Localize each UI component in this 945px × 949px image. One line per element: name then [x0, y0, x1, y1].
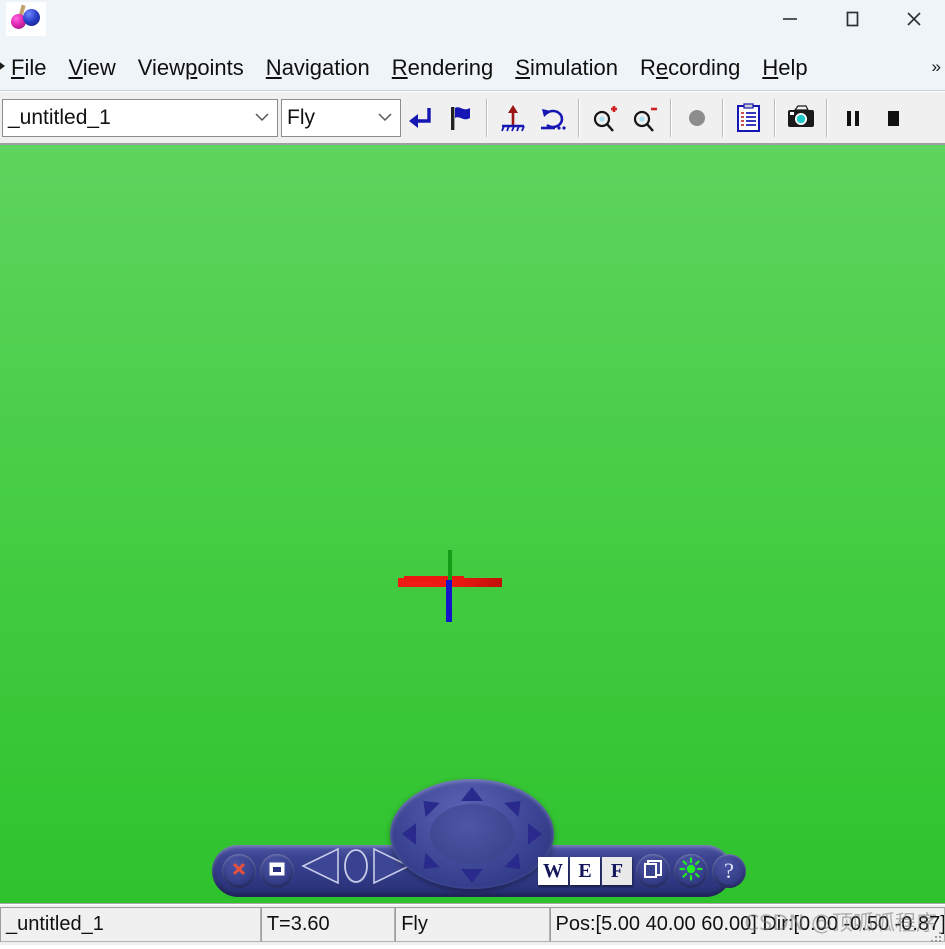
triangle-right-icon [368, 847, 412, 890]
menu-item-help[interactable]: Help [751, 57, 818, 79]
menu-item-rendering[interactable]: Rendering [381, 57, 505, 79]
menu-item-navigation[interactable]: Navigation [255, 57, 381, 79]
scene-select-value: _untitled_1 [8, 105, 111, 129]
stop-button[interactable] [874, 98, 912, 138]
undo-arrow-icon [538, 103, 568, 133]
axis-y [448, 550, 452, 581]
triangle-up-icon[interactable] [461, 787, 483, 801]
upright-arrow-icon [498, 103, 528, 133]
dash-walk-button[interactable]: W [538, 857, 568, 885]
triangle-up-left-icon[interactable] [416, 793, 440, 818]
menu-item-recording[interactable]: Recording [629, 57, 751, 79]
dash-minimize-button[interactable] [260, 854, 294, 888]
dash-direction-pad-center[interactable] [430, 804, 514, 864]
axis-x-highlight [404, 576, 464, 581]
undo-view-button[interactable] [534, 98, 572, 138]
menu-scroll-left-icon[interactable] [0, 60, 5, 72]
spheres-icon [6, 2, 46, 36]
3d-viewport[interactable]: W E F ? [0, 145, 945, 904]
record-dot-icon [682, 103, 712, 133]
camera-icon [786, 103, 816, 133]
pause-button[interactable] [834, 98, 872, 138]
toolbar-separator [486, 98, 488, 137]
menu-item-viewpoints[interactable]: Viewpoints [127, 57, 255, 79]
resize-grip-icon[interactable] [927, 928, 943, 944]
triangle-up-right-icon[interactable] [504, 793, 528, 818]
menu-item-view[interactable]: View [57, 57, 126, 79]
next-viewpoint-button[interactable] [442, 98, 480, 138]
dash-close-button[interactable] [222, 854, 256, 888]
triangle-down-right-icon[interactable] [504, 852, 528, 877]
status-position: Pos:[5.00 40.00 60.00] Dir:[0.00 -0.50 -… [549, 907, 945, 942]
snapshot-button[interactable] [782, 98, 820, 138]
minimize-icon[interactable] [759, 0, 821, 38]
menu-item-file[interactable]: File [0, 57, 57, 79]
window-controls [759, 0, 945, 38]
zoom-out-button[interactable] [626, 98, 664, 138]
triangle-down-icon[interactable] [461, 869, 483, 883]
minimize-box-icon [267, 859, 287, 884]
question-mark-icon: ? [724, 858, 734, 883]
maximize-icon[interactable] [821, 0, 883, 38]
dash-direction-pad[interactable] [390, 779, 554, 889]
status-file: _untitled_1 [0, 907, 261, 942]
scene-select[interactable]: _untitled_1 [2, 98, 278, 137]
clipboard-list-icon [734, 102, 764, 133]
toolbar-separator [826, 98, 828, 137]
axis-cross-gizmo [398, 550, 504, 622]
magnifier-minus-icon [630, 103, 660, 133]
return-arrow-icon [406, 103, 436, 133]
toolbar-separator [578, 98, 580, 137]
toolbar-separator [670, 98, 672, 137]
dash-headlight-button[interactable] [674, 854, 708, 888]
navigation-mode-select[interactable]: Fly [281, 98, 401, 137]
dash-help-button[interactable]: ? [712, 854, 746, 888]
chevron-down-icon [377, 109, 393, 127]
menu-overflow-icon[interactable]: » [932, 57, 941, 77]
record-button[interactable] [678, 98, 716, 138]
status-bar: _untitled_1 T=3.60 Fly Pos:[5.00 40.00 6… [0, 904, 945, 945]
main-toolbar: _untitled_1 Fly [0, 91, 945, 145]
menu-item-simulation[interactable]: Simulation [504, 57, 629, 79]
x-icon [230, 860, 248, 883]
magnifier-plus-icon [590, 103, 620, 133]
toolbar-separator [774, 98, 776, 137]
navigation-mode-value: Fly [287, 105, 315, 129]
stop-icon [878, 103, 908, 133]
triangle-right-icon[interactable] [528, 823, 542, 845]
dash-layers-button[interactable] [636, 854, 670, 888]
console-button[interactable] [730, 98, 768, 138]
toolbar-separator [722, 98, 724, 137]
dash-examine-button[interactable]: E [570, 857, 600, 885]
pause-icon [838, 103, 868, 133]
navigation-dashboard[interactable]: W E F ? [212, 779, 746, 903]
triangle-down-left-icon[interactable] [416, 852, 440, 877]
title-bar [0, 0, 945, 46]
chevron-down-icon [254, 109, 270, 127]
flag-icon [446, 103, 476, 133]
layers-icon [642, 858, 664, 885]
straighten-button[interactable] [494, 98, 532, 138]
triangle-left-icon[interactable] [402, 823, 416, 845]
axis-z [446, 580, 452, 622]
close-icon[interactable] [883, 0, 945, 38]
zoom-in-button[interactable] [586, 98, 624, 138]
headlight-sun-icon [679, 856, 703, 886]
reset-viewpoint-button[interactable] [402, 98, 440, 138]
dash-fly-button[interactable]: F [602, 857, 632, 885]
status-navigation-mode: Fly [395, 907, 550, 942]
menu-bar: File View Viewpoints Navigation Renderin… [0, 46, 945, 91]
viewer-window: File View Viewpoints Navigation Renderin… [0, 0, 945, 945]
status-time: T=3.60 [260, 907, 396, 942]
